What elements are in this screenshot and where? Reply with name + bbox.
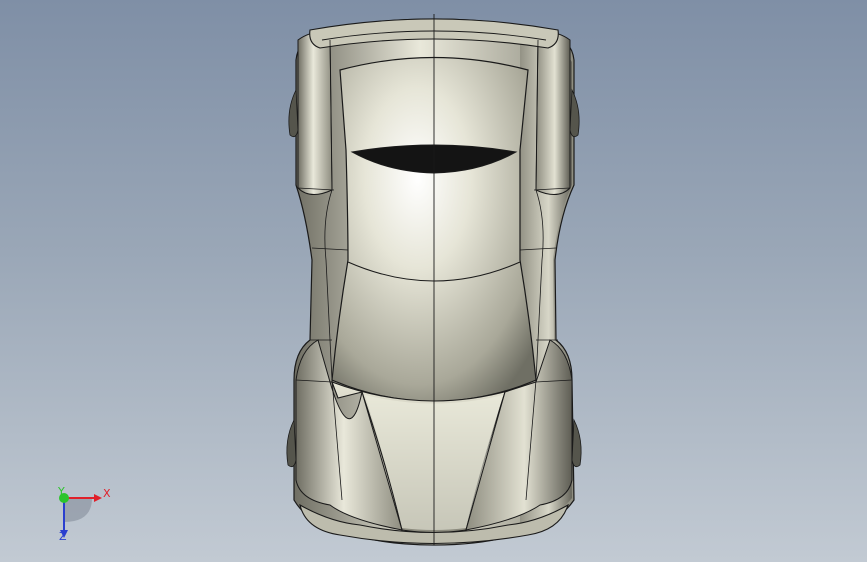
y-axis-label: Y xyxy=(58,485,65,498)
z-axis-label: Z xyxy=(59,530,67,543)
x-axis-label: X xyxy=(103,487,111,500)
rear-left-wheel xyxy=(288,88,299,138)
triad-shadow xyxy=(64,498,92,522)
left-rear-fender xyxy=(297,31,333,195)
car-model[interactable] xyxy=(0,0,867,562)
front-left-wheel xyxy=(286,418,297,468)
front-right-wheel xyxy=(571,418,582,468)
right-rear-fender xyxy=(535,31,571,195)
x-axis-head xyxy=(94,494,102,502)
graphics-viewport[interactable]: X Y Z xyxy=(0,0,867,562)
rear-right-wheel xyxy=(569,88,580,138)
